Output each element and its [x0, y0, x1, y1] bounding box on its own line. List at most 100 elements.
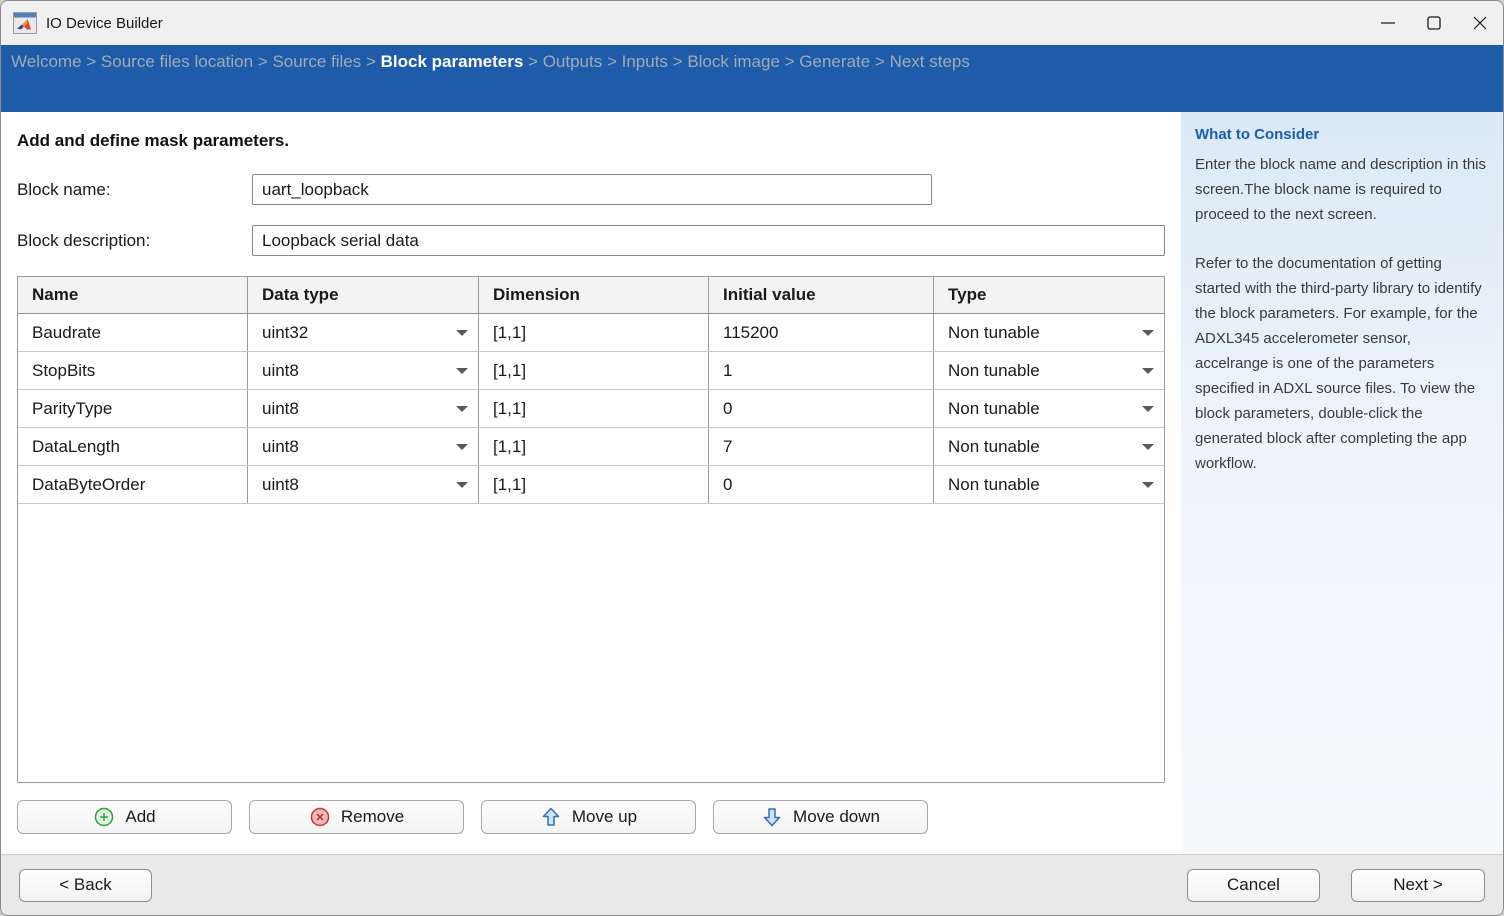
breadcrumb-separator: >: [361, 52, 380, 71]
help-sidebar: What to Consider Enter the block name an…: [1181, 112, 1503, 854]
footer-right-group: Cancel Next >: [1187, 869, 1485, 902]
block-name-input[interactable]: [252, 174, 932, 205]
cell-type-dropdown[interactable]: Non tunable: [934, 466, 1164, 503]
matlab-app-icon: [13, 12, 37, 34]
table-row: ParityType uint8 [1,1] 0 Non tunable: [18, 390, 1164, 428]
table-row: DataByteOrder uint8 [1,1] 0 Non tunable: [18, 466, 1164, 504]
breadcrumb-separator: >: [870, 52, 889, 71]
content-area: Add and define mask parameters. Block na…: [1, 112, 1503, 854]
chevron-down-icon: [1142, 482, 1154, 488]
chevron-down-icon: [1142, 406, 1154, 412]
cell-data-type-dropdown[interactable]: uint8: [248, 428, 479, 465]
breadcrumb-item: Inputs: [622, 52, 668, 71]
breadcrumb-separator: >: [523, 52, 542, 71]
breadcrumb-item: Outputs: [543, 52, 603, 71]
main-panel: Add and define mask parameters. Block na…: [1, 112, 1181, 854]
cell-dimension[interactable]: [1,1]: [479, 352, 709, 389]
remove-button-label: Remove: [341, 807, 404, 827]
cell-data-type-dropdown[interactable]: uint8: [248, 390, 479, 427]
cell-type-dropdown[interactable]: Non tunable: [934, 352, 1164, 389]
arrow-down-icon: [761, 806, 783, 828]
cell-data-type-value: uint32: [262, 323, 308, 343]
breadcrumb-item: Block image: [687, 52, 780, 71]
window-controls: [1365, 1, 1503, 45]
table-row: StopBits uint8 [1,1] 1 Non tunable: [18, 352, 1164, 390]
cell-type-value: Non tunable: [948, 361, 1040, 381]
minimize-button[interactable]: [1365, 1, 1411, 45]
table-row: Baudrate uint32 [1,1] 115200 Non tunable: [18, 314, 1164, 352]
cell-data-type-value: uint8: [262, 475, 299, 495]
cell-initial-value[interactable]: 7: [709, 428, 934, 465]
block-description-label: Block description:: [17, 231, 252, 251]
add-button[interactable]: Add: [17, 800, 232, 834]
close-button[interactable]: [1457, 1, 1503, 45]
cell-dimension[interactable]: [1,1]: [479, 466, 709, 503]
cell-type-dropdown[interactable]: Non tunable: [934, 428, 1164, 465]
breadcrumb-separator: >: [780, 52, 799, 71]
footer-bar: < Back Cancel Next >: [1, 854, 1503, 915]
chevron-down-icon: [1142, 330, 1154, 336]
block-description-input[interactable]: [252, 225, 1165, 256]
cell-name[interactable]: DataByteOrder: [18, 466, 248, 503]
breadcrumb-item: Generate: [799, 52, 870, 71]
arrow-up-icon: [540, 806, 562, 828]
app-window: IO Device Builder Welcome > Source files…: [0, 0, 1504, 916]
move-down-button[interactable]: Move down: [713, 800, 928, 834]
back-button[interactable]: < Back: [19, 869, 152, 902]
chevron-down-icon: [456, 330, 468, 336]
breadcrumb-separator: >: [602, 52, 621, 71]
move-down-button-label: Move down: [793, 807, 880, 827]
cell-data-type-dropdown[interactable]: uint32: [248, 314, 479, 351]
chevron-down-icon: [456, 406, 468, 412]
move-up-button-label: Move up: [572, 807, 637, 827]
table-row: DataLength uint8 [1,1] 7 Non tunable: [18, 428, 1164, 466]
cell-type-dropdown[interactable]: Non tunable: [934, 314, 1164, 351]
cell-name[interactable]: Baudrate: [18, 314, 248, 351]
cell-initial-value[interactable]: 1: [709, 352, 934, 389]
breadcrumb-separator: >: [253, 52, 272, 71]
cell-type-value: Non tunable: [948, 323, 1040, 343]
sidebar-paragraph-1: Enter the block name and description in …: [1195, 152, 1487, 227]
next-button[interactable]: Next >: [1351, 869, 1485, 902]
column-header: Data type: [248, 277, 479, 313]
cell-name[interactable]: DataLength: [18, 428, 248, 465]
parameters-table: NameData typeDimensionInitial valueType …: [17, 276, 1165, 783]
cell-dimension[interactable]: [1,1]: [479, 428, 709, 465]
cell-initial-value[interactable]: 0: [709, 390, 934, 427]
column-header: Initial value: [709, 277, 934, 313]
cell-type-value: Non tunable: [948, 437, 1040, 457]
table-empty-area: [18, 504, 1164, 782]
add-button-label: Add: [125, 807, 155, 827]
block-name-row: Block name:: [17, 174, 1165, 205]
cell-name[interactable]: StopBits: [18, 352, 248, 389]
sidebar-title: What to Consider: [1195, 126, 1487, 143]
chevron-down-icon: [456, 482, 468, 488]
cell-data-type-value: uint8: [262, 399, 299, 419]
cell-dimension[interactable]: [1,1]: [479, 390, 709, 427]
cell-type-dropdown[interactable]: Non tunable: [934, 390, 1164, 427]
block-name-label: Block name:: [17, 180, 252, 200]
column-header: Name: [18, 277, 248, 313]
remove-button[interactable]: Remove: [249, 800, 464, 834]
page-title: Add and define mask parameters.: [17, 131, 1165, 151]
wizard-nav: Welcome > Source files location > Source…: [1, 45, 1503, 112]
cell-name[interactable]: ParityType: [18, 390, 248, 427]
cell-initial-value[interactable]: 0: [709, 466, 934, 503]
chevron-down-icon: [456, 368, 468, 374]
breadcrumb-item: Source files location: [101, 52, 253, 71]
maximize-button[interactable]: [1411, 1, 1457, 45]
cell-data-type-value: uint8: [262, 437, 299, 457]
cell-initial-value[interactable]: 115200: [709, 314, 934, 351]
cell-dimension[interactable]: [1,1]: [479, 314, 709, 351]
chevron-down-icon: [1142, 368, 1154, 374]
cell-type-value: Non tunable: [948, 399, 1040, 419]
cell-data-type-dropdown[interactable]: uint8: [248, 466, 479, 503]
table-header-row: NameData typeDimensionInitial valueType: [18, 277, 1164, 314]
cancel-button[interactable]: Cancel: [1187, 869, 1320, 902]
column-header: Dimension: [479, 277, 709, 313]
move-up-button[interactable]: Move up: [481, 800, 696, 834]
cell-data-type-dropdown[interactable]: uint8: [248, 352, 479, 389]
breadcrumb: Welcome > Source files location > Source…: [11, 54, 970, 71]
breadcrumb-separator: >: [82, 52, 101, 71]
cell-type-value: Non tunable: [948, 475, 1040, 495]
